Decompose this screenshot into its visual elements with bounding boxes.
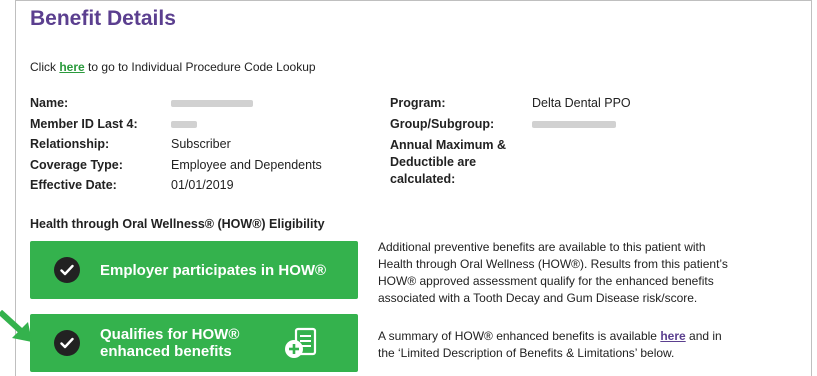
plan-labels: Program: Group/Subgroup: Annual Maximum … <box>390 93 540 188</box>
qualifies-text: Qualifies for HOW® enhanced benefits <box>100 326 240 360</box>
check-icon <box>54 330 80 356</box>
relationship-value: Subscriber <box>171 137 231 151</box>
employer-participates-text: Employer participates in HOW® <box>100 261 327 279</box>
page-title: Benefit Details <box>30 7 176 30</box>
group-label: Group/Subgroup: <box>390 116 495 131</box>
qualifies-how-badge: Qualifies for HOW® enhanced benefits <box>30 314 358 372</box>
member-values: Subscriber Employee and Dependents 01/01… <box>171 93 361 196</box>
how-eligibility-heading: Health through Oral Wellness® (HOW®) Eli… <box>30 217 325 231</box>
how-summary-link[interactable]: here <box>660 329 685 343</box>
lookup-prefix: Click <box>30 60 56 74</box>
effective-date-value: 01/01/2019 <box>171 178 234 192</box>
annual-max-label: Annual Maximum & Deductible are calculat… <box>390 138 506 186</box>
document-add-icon <box>283 327 319 366</box>
effective-date-label: Effective Date: <box>30 178 117 192</box>
name-label: Name: <box>30 96 69 110</box>
coverage-value: Employee and Dependents <box>171 157 322 172</box>
how-summary: A summary of HOW® enhanced benefits is a… <box>378 329 722 360</box>
arrow-icon <box>0 310 32 342</box>
program-label: Program: <box>390 96 446 110</box>
how-description: Additional preventive benefits are avail… <box>378 240 728 305</box>
group-value-redacted <box>532 114 732 135</box>
procedure-lookup-link[interactable]: here <box>59 60 84 74</box>
member-id-label: Member ID Last 4: <box>30 116 138 131</box>
employer-participates-badge: Employer participates in HOW® <box>30 241 358 299</box>
benefit-details-panel: Benefit Details Click here to go to Indi… <box>15 0 812 376</box>
coverage-label: Coverage Type: <box>30 157 123 172</box>
member-labels: Name: Member ID Last 4: Relationship: Co… <box>30 93 170 196</box>
procedure-lookup-line: Click here to go to Individual Procedure… <box>30 60 316 74</box>
plan-values: Delta Dental PPO <box>532 93 732 134</box>
relationship-label: Relationship: <box>30 137 110 151</box>
check-icon <box>54 257 80 283</box>
member-id-value-redacted <box>171 114 361 135</box>
program-value: Delta Dental PPO <box>532 96 631 110</box>
name-value-redacted <box>171 93 361 114</box>
lookup-suffix: to go to Individual Procedure Code Looku… <box>88 60 316 74</box>
